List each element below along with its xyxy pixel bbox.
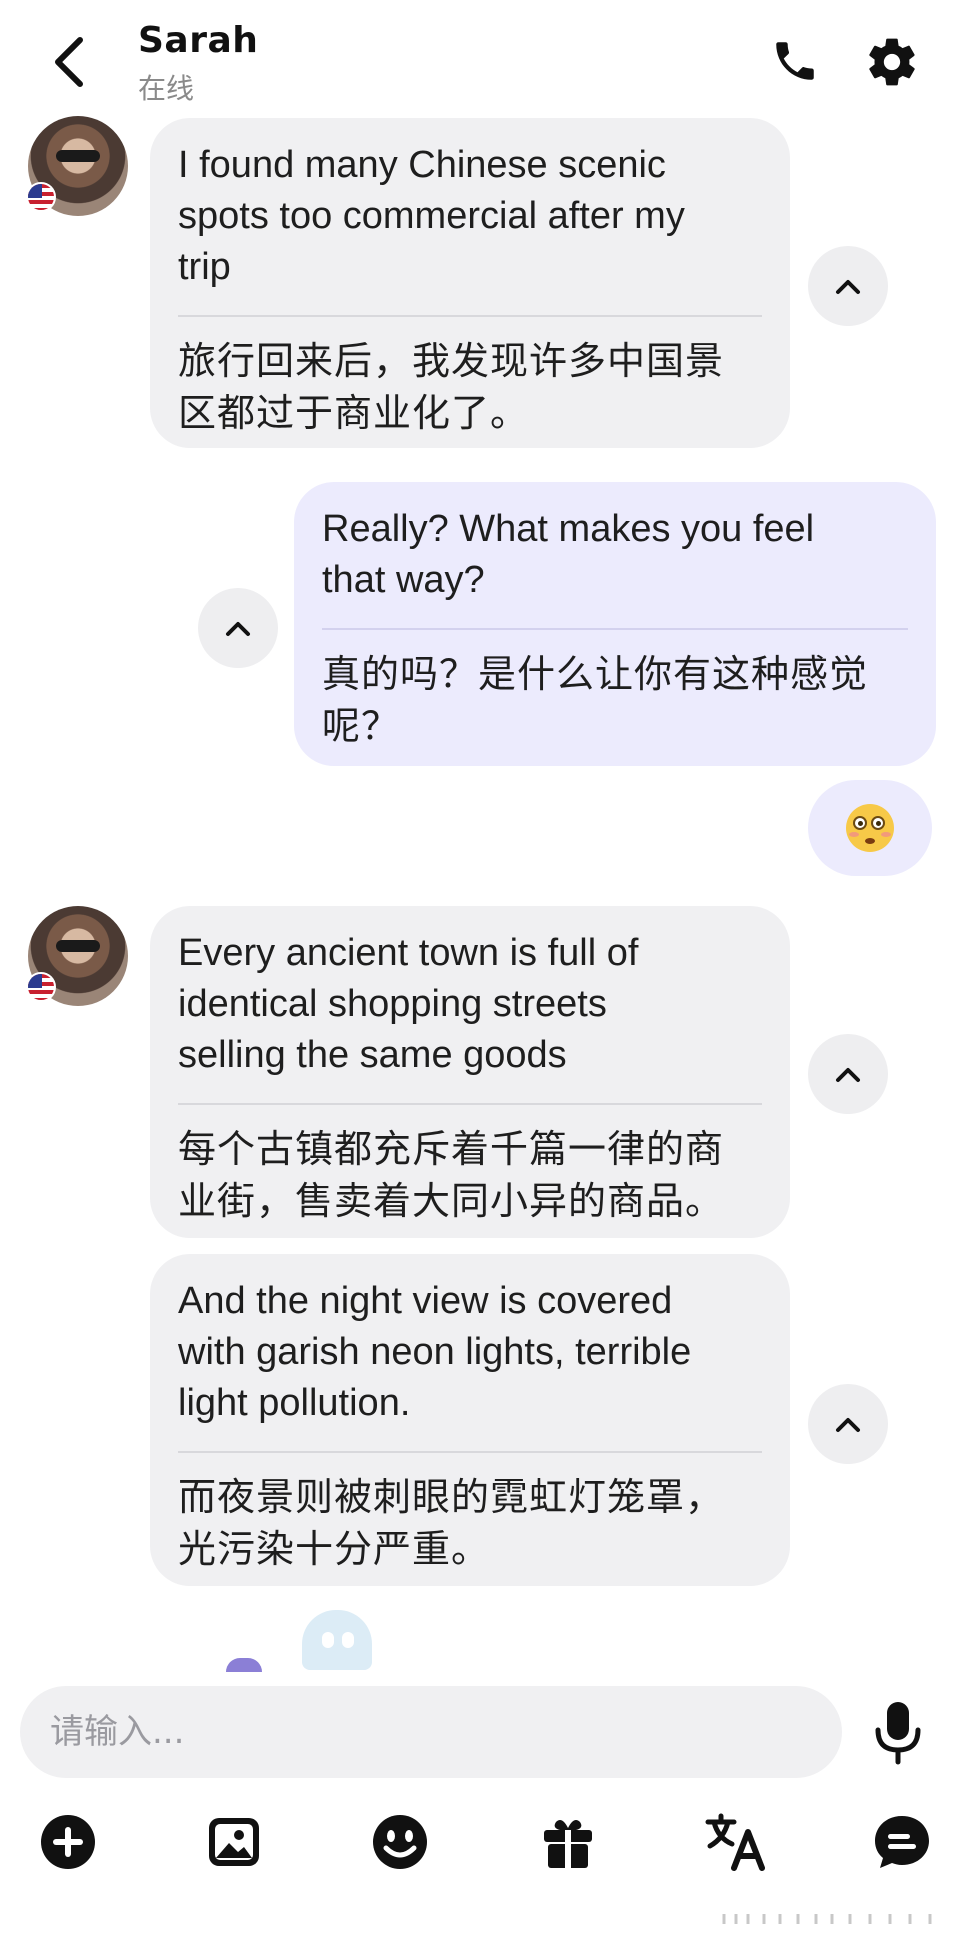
avatar[interactable] [26,116,128,216]
text-line: Every ancient town is full of [178,932,639,974]
contact-info[interactable]: Sarah 在线 [138,20,258,107]
contact-name: Sarah [138,20,259,61]
emoji-icon [373,1815,427,1869]
sunglasses [56,150,100,162]
message-input[interactable] [50,1704,810,1760]
add-button[interactable] [36,1810,100,1874]
gift-icon [544,1820,592,1868]
chevron-up-icon [836,280,860,294]
message-translation-text: 每个古镇都充斥着千篇一律的商 业街，售卖着大同小异的商品。 [178,1123,762,1227]
text-line: light pollution. [178,1382,411,1424]
chevron-up-icon [226,622,250,636]
chevron-up-icon [836,1418,860,1432]
call-button[interactable] [770,36,820,86]
typing-indicator-dot [226,1658,262,1672]
message-bubble-incoming[interactable]: And the night view is covered with garis… [150,1254,790,1586]
us-flag-icon [26,972,56,1002]
divider [322,628,908,630]
message-translation-text: 而夜景则被刺眼的霓虹灯笼罩， 光污染十分严重。 [178,1471,762,1575]
message-original-text: I found many Chinese scenic spots too co… [178,140,762,293]
translate-icon [705,1813,765,1871]
divider [178,1103,762,1105]
plus-icon [41,1815,95,1869]
text-line: Really? What makes you feel [322,508,815,550]
divider [178,315,762,317]
text-line: 呢？ [322,704,401,748]
chevron-up-icon [836,1068,860,1082]
voice-input-button[interactable] [872,1700,924,1766]
emoji-button[interactable] [368,1810,432,1874]
text-line: selling the same goods [178,1034,567,1076]
message-translation-text: 真的吗？是什么让你有这种感觉 呢？ [322,648,908,752]
text-line: that way? [322,559,485,601]
collapse-translation-button[interactable] [808,246,888,326]
emoji-message-bubble[interactable] [808,780,932,876]
message-input-container [20,1686,842,1778]
gear-icon [869,38,915,86]
message-translation-text: 旅行回来后，我发现许多中国景 区都过于商业化了。 [178,335,762,439]
divider [178,1451,762,1453]
avatar[interactable] [26,906,128,1006]
settings-button[interactable] [864,34,920,90]
collapse-translation-button[interactable] [198,588,278,668]
message-original-text: Really? What makes you feel that way? [322,504,908,606]
message-bubble-outgoing[interactable]: Really? What makes you feel that way? 真的… [294,482,936,766]
message-original-text: Every ancient town is full of identical … [178,928,762,1081]
message-bubble-incoming[interactable]: I found many Chinese scenic spots too co… [150,118,790,448]
text-line: 旅行回来后，我发现许多中国景 [178,339,725,383]
image-icon [209,1818,259,1866]
text-line: 真的吗？是什么让你有这种感觉 [322,652,869,696]
back-button[interactable] [48,34,92,90]
text-line: spots too commercial after my [178,195,685,237]
text-line: 业街，售卖着大同小异的商品。 [178,1179,725,1223]
watermark-marks [722,1914,932,1924]
image-button[interactable] [202,1810,266,1874]
message-original-text: And the night view is covered with garis… [178,1276,762,1429]
us-flag-icon [26,182,56,212]
text-line: I found many Chinese scenic [178,144,666,186]
bottom-toolbar [0,1800,962,1900]
collapse-translation-button[interactable] [808,1034,888,1114]
chat-bubble-icon [875,1816,929,1868]
typing-ghost-icon [302,1610,372,1670]
online-status: 在线 [138,72,195,105]
gift-button[interactable] [536,1810,600,1874]
translate-button[interactable] [704,1810,768,1874]
text-line: 每个古镇都充斥着千篇一律的商 [178,1127,725,1171]
collapse-translation-button[interactable] [808,1384,888,1464]
chat-header: Sarah 在线 [0,0,962,110]
message-bubble-incoming[interactable]: Every ancient town is full of identical … [150,906,790,1238]
text-line: trip [178,246,231,288]
text-line: 而夜景则被刺眼的霓虹灯笼罩， [178,1475,725,1519]
phone-icon [776,42,814,80]
text-line: 光污染十分严重。 [178,1527,491,1571]
microphone-icon [875,1702,921,1765]
sunglasses [56,940,100,952]
text-line: with garish neon lights, terrible [178,1331,692,1373]
text-line: And the night view is covered [178,1280,673,1322]
chevron-left-icon [55,37,83,87]
text-line: identical shopping streets [178,983,607,1025]
flushed-face-icon [846,804,894,852]
chat-button[interactable] [870,1810,934,1874]
text-line: 区都过于商业化了。 [178,391,530,435]
